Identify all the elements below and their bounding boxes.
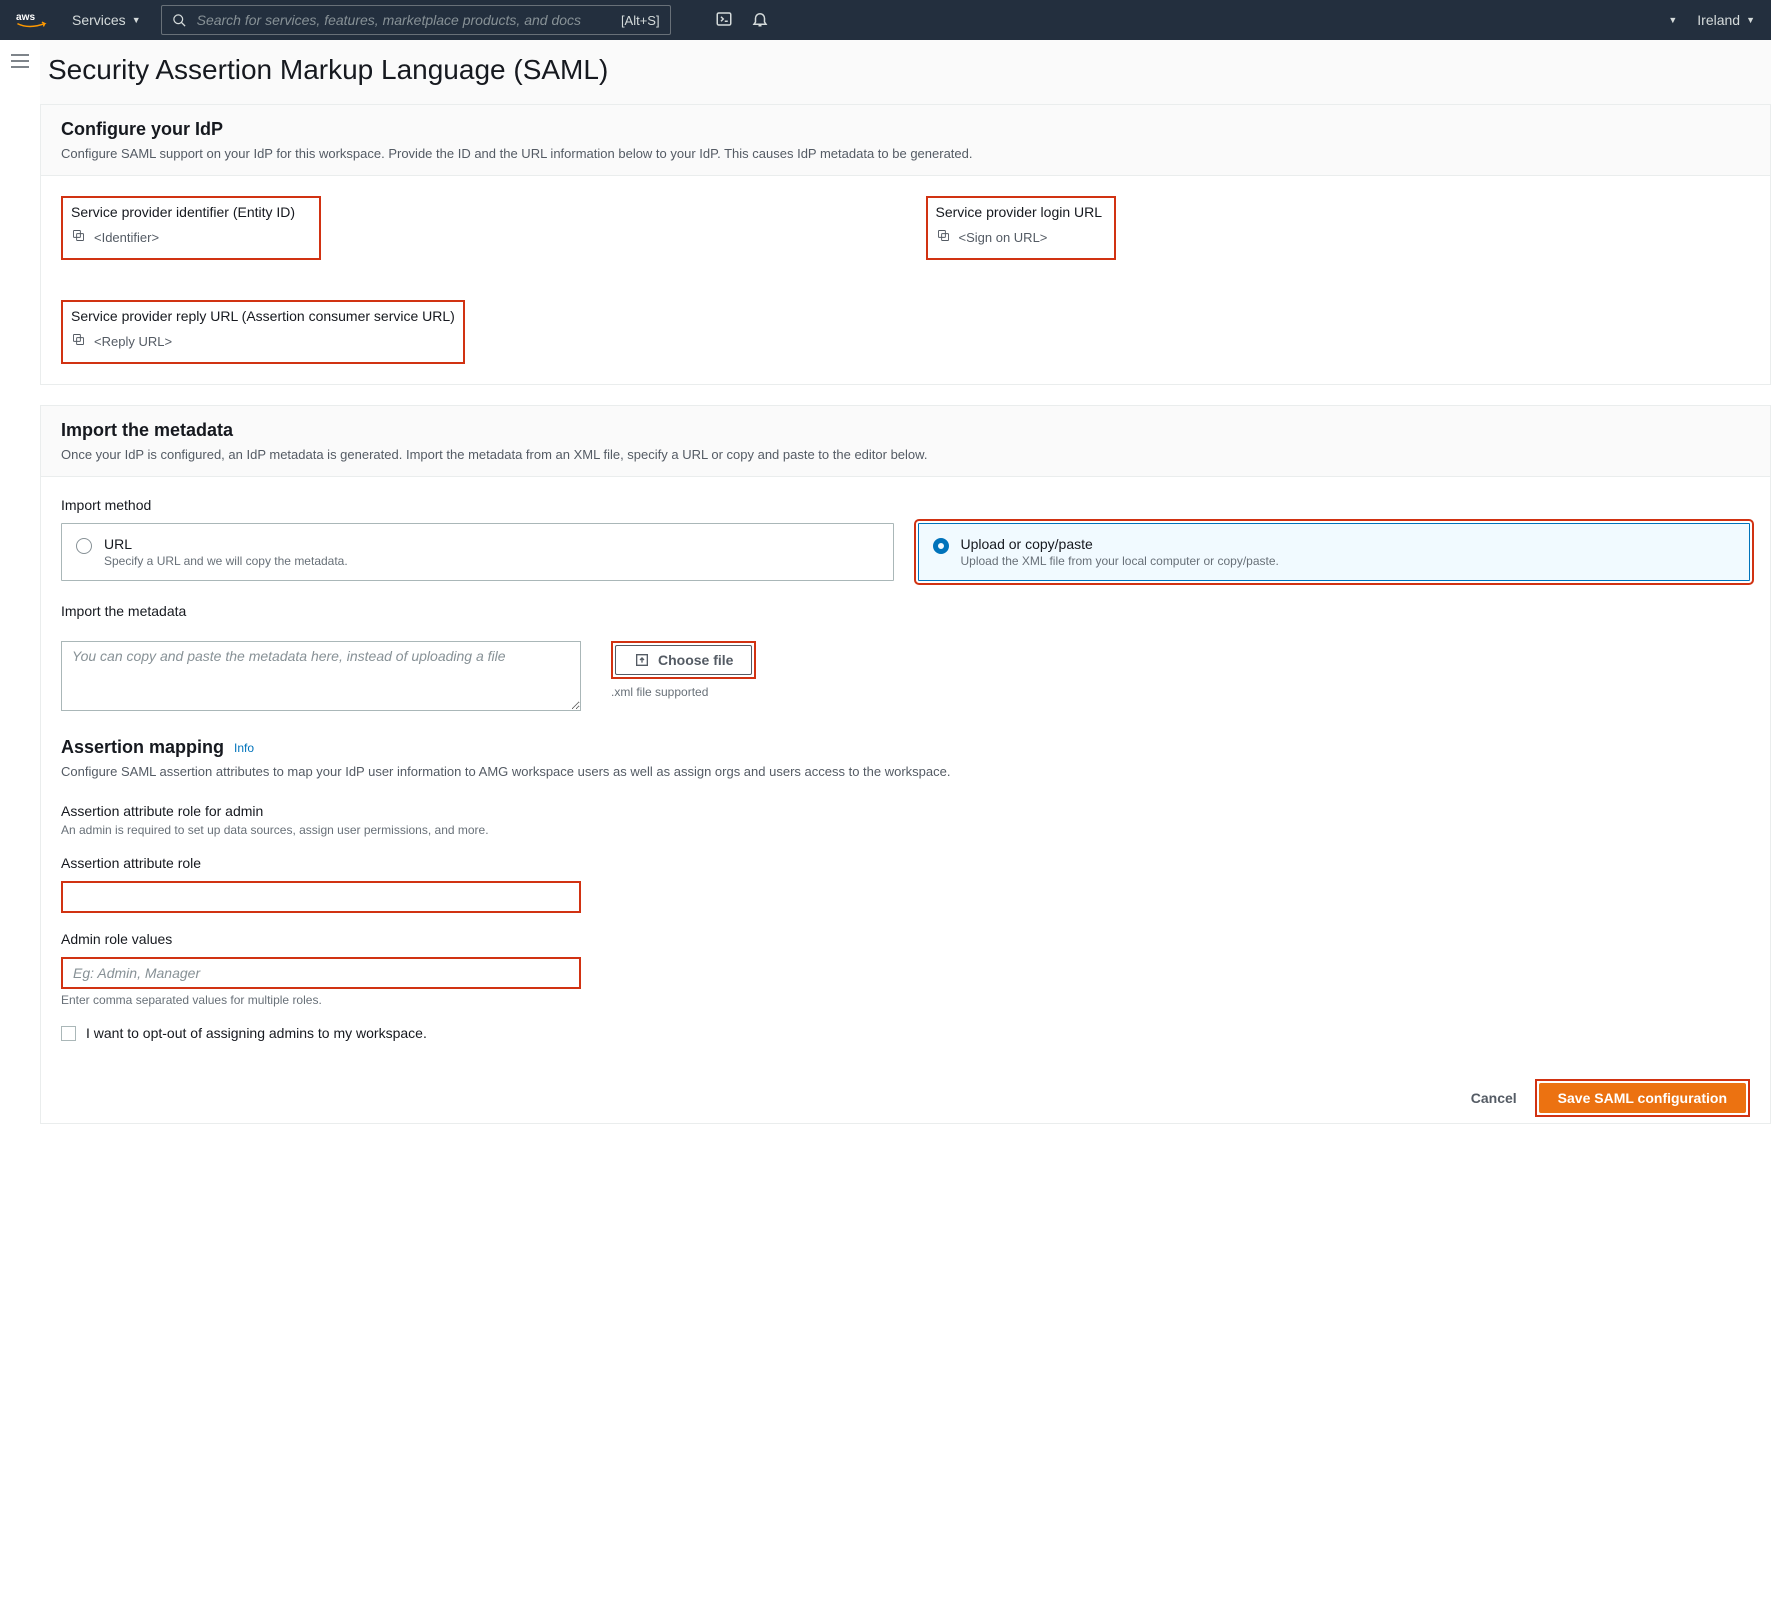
svg-text:aws: aws	[16, 12, 35, 23]
copy-icon[interactable]	[936, 228, 951, 246]
import-upload-sub: Upload the XML file from your local comp…	[961, 554, 1279, 568]
optout-label: I want to opt-out of assigning admins to…	[86, 1025, 427, 1041]
import-upload-title: Upload or copy/paste	[961, 536, 1279, 552]
caret-down-icon: ▼	[1746, 15, 1755, 25]
entity-id-value: <Identifier>	[94, 230, 159, 245]
top-nav: aws Services ▼ [Alt+S] ▼ Ireland ▼	[0, 0, 1771, 40]
attr-role-label: Assertion attribute role	[61, 855, 1750, 871]
search-input[interactable]	[195, 11, 613, 29]
choose-file-button[interactable]: Choose file	[615, 645, 752, 675]
assertion-heading: Assertion mapping	[61, 737, 224, 758]
file-hint: .xml file supported	[611, 685, 756, 699]
assertion-subtext: Configure SAML assertion attributes to m…	[61, 764, 1750, 779]
region-menu[interactable]: Ireland ▼	[1697, 12, 1755, 28]
optout-checkbox[interactable]	[61, 1026, 76, 1041]
upload-icon	[634, 652, 650, 668]
login-url-value: <Sign on URL>	[959, 230, 1048, 245]
cloudshell-icon[interactable]	[715, 10, 733, 31]
sidebar-toggle[interactable]	[0, 40, 40, 1174]
assertion-info-link[interactable]: Info	[234, 741, 254, 755]
login-url-label: Service provider login URL	[936, 204, 1106, 220]
import-subtext: Once your IdP is configured, an IdP meta…	[61, 447, 1750, 462]
admin-role-heading: Assertion attribute role for admin	[61, 803, 1750, 819]
services-label: Services	[72, 12, 126, 28]
import-metadata-card: Import the metadata Once your IdP is con…	[40, 405, 1771, 1124]
import-url-sub: Specify a URL and we will copy the metad…	[104, 554, 348, 568]
admin-role-subtext: An admin is required to set up data sour…	[61, 823, 1750, 837]
search-icon	[172, 13, 187, 28]
metadata-textarea[interactable]	[61, 641, 581, 711]
aws-logo[interactable]: aws	[16, 9, 52, 31]
entity-id-label: Service provider identifier (Entity ID)	[71, 204, 311, 220]
search-shortcut-hint: [Alt+S]	[621, 13, 660, 28]
save-saml-label: Save SAML configuration	[1558, 1090, 1727, 1106]
cancel-button[interactable]: Cancel	[1471, 1090, 1517, 1106]
attr-role-input[interactable]	[61, 881, 581, 913]
choose-file-label: Choose file	[658, 652, 733, 668]
configure-subtext: Configure SAML support on your IdP for t…	[61, 146, 1750, 161]
save-saml-button[interactable]: Save SAML configuration	[1539, 1083, 1746, 1113]
import-method-label: Import method	[61, 497, 1750, 513]
import-metadata-label: Import the metadata	[61, 603, 1750, 619]
configure-idp-card: Configure your IdP Configure SAML suppor…	[40, 104, 1771, 385]
import-method-url[interactable]: URL Specify a URL and we will copy the m…	[61, 523, 894, 581]
configure-heading: Configure your IdP	[61, 119, 1750, 140]
account-menu[interactable]: ▼	[1668, 15, 1677, 25]
reply-url-value: <Reply URL>	[94, 334, 172, 349]
global-search[interactable]: [Alt+S]	[161, 5, 671, 35]
import-method-upload[interactable]: Upload or copy/paste Upload the XML file…	[918, 523, 1751, 581]
radio-icon	[933, 538, 949, 554]
import-heading: Import the metadata	[61, 420, 1750, 441]
caret-down-icon: ▼	[132, 15, 141, 25]
copy-icon[interactable]	[71, 332, 86, 350]
admin-values-label: Admin role values	[61, 931, 1750, 947]
import-url-title: URL	[104, 536, 348, 552]
admin-values-input[interactable]	[61, 957, 581, 989]
form-footer: Cancel Save SAML configuration	[41, 1061, 1770, 1123]
page-title: Security Assertion Markup Language (SAML…	[40, 40, 1771, 104]
notifications-icon[interactable]	[751, 10, 769, 31]
copy-icon[interactable]	[71, 228, 86, 246]
caret-down-icon: ▼	[1668, 15, 1677, 25]
region-label: Ireland	[1697, 12, 1740, 28]
admin-values-hint: Enter comma separated values for multipl…	[61, 993, 1750, 1007]
radio-icon	[76, 538, 92, 554]
services-menu[interactable]: Services ▼	[72, 12, 141, 28]
reply-url-label: Service provider reply URL (Assertion co…	[71, 308, 455, 324]
